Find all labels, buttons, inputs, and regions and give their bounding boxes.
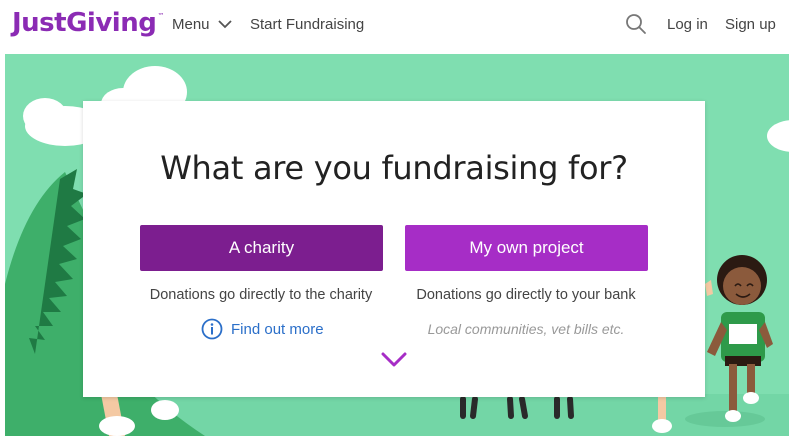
site-header: JustGiving™ Menu Start Fundraising Log i… <box>0 0 789 54</box>
info-icon <box>201 318 223 340</box>
menu-label: Menu <box>172 16 210 33</box>
search-button[interactable] <box>624 12 648 36</box>
find-out-more-link[interactable]: Find out more <box>201 318 324 340</box>
fundraising-choice-card: What are you fundraising for? A charity … <box>83 101 705 397</box>
page-title: What are you fundraising for? <box>160 149 628 187</box>
login-link[interactable]: Log in <box>667 16 708 33</box>
chevron-down-icon[interactable] <box>380 351 408 369</box>
chevron-down-icon <box>217 20 232 29</box>
project-examples-note: Local communities, vet bills etc. <box>427 321 625 337</box>
menu-button[interactable]: Menu <box>172 16 232 33</box>
signup-link[interactable]: Sign up <box>725 16 776 33</box>
justgiving-logo[interactable]: JustGiving™ <box>12 8 164 38</box>
search-icon <box>626 14 646 34</box>
charity-button[interactable]: A charity <box>140 225 383 271</box>
start-fundraising-link[interactable]: Start Fundraising <box>250 16 364 33</box>
find-out-more-label: Find out more <box>231 320 324 338</box>
charity-description: Donations go directly to the charity <box>149 287 373 303</box>
own-project-button[interactable]: My own project <box>405 225 648 271</box>
project-description: Donations go directly to your bank <box>416 287 636 303</box>
